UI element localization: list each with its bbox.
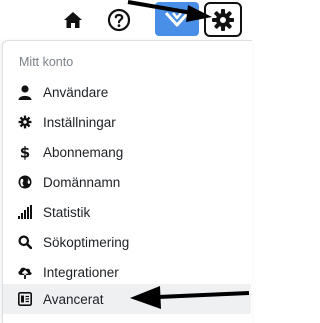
brand-logo-icon[interactable] (155, 2, 199, 36)
menu-item-label: Sökoptimering (43, 234, 130, 250)
menu-item-avancerat[interactable]: Avancerat (3, 284, 251, 314)
gear-icon[interactable] (204, 2, 242, 37)
menu-item-label: Integrationer (43, 264, 119, 280)
menu-item-domannamn[interactable]: Domännamn (3, 167, 251, 197)
account-dropdown-menu: Mitt konto Användare Inställningar $ Abo… (2, 40, 252, 323)
help-icon[interactable] (106, 7, 132, 33)
menu-item-label: Avancerat (43, 291, 104, 307)
svg-text:$: $ (20, 144, 30, 160)
menu-item-statistik[interactable]: Statistik (3, 197, 251, 227)
menu-item-label: Domännamn (43, 174, 121, 190)
menu-item-installningar[interactable]: Inställningar (3, 107, 251, 137)
menu-item-label: Inställningar (43, 114, 116, 130)
dollar-icon: $ (17, 144, 33, 160)
menu-item-integrationer[interactable]: Integrationer (3, 257, 251, 287)
cloud-upload-icon (17, 264, 33, 280)
menu-title: Mitt konto (19, 55, 74, 69)
home-icon[interactable] (62, 8, 84, 32)
globe-icon (17, 174, 33, 190)
user-icon (17, 84, 33, 100)
menu-item-sokoptimering[interactable]: Sökoptimering (3, 227, 251, 257)
top-bar (0, 0, 250, 40)
search-icon (17, 234, 33, 250)
menu-item-anvandare[interactable]: Användare (3, 77, 251, 107)
menu-item-label: Statistik (43, 204, 91, 220)
signal-bars-icon (17, 204, 33, 220)
cog-icon (17, 114, 33, 130)
menu-item-label: Användare (43, 84, 109, 100)
menu-item-abonnemang[interactable]: $ Abonnemang (3, 137, 251, 167)
advanced-icon (17, 291, 33, 307)
menu-item-label: Abonnemang (43, 144, 124, 160)
